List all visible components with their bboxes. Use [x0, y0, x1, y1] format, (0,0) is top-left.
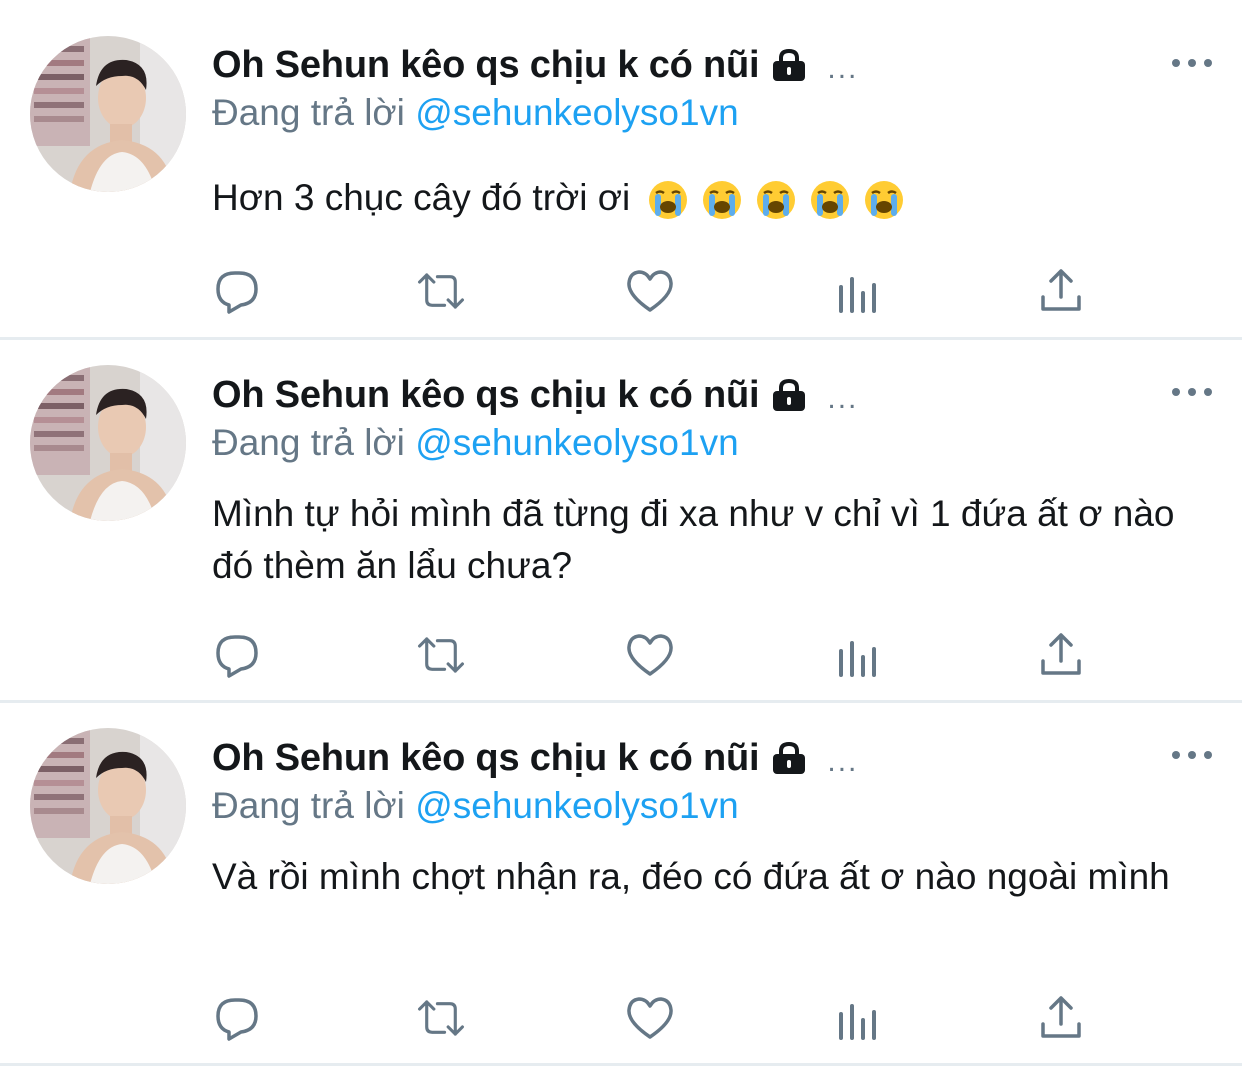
analytics-button[interactable] [832, 266, 882, 316]
display-name[interactable]: Oh Sehun kêo qs chịu k có nũi [212, 44, 760, 87]
reply-prefix: Đang trả lời [212, 92, 405, 133]
tweet-item[interactable]: Oh Sehun kêo qs chịu k có nũi ... Đang t… [0, 0, 1242, 340]
share-button[interactable] [1036, 993, 1086, 1043]
reply-icon [216, 635, 258, 678]
name-truncation: ... [827, 745, 859, 778]
analytics-icon [839, 1004, 876, 1040]
like-button[interactable] [625, 266, 675, 316]
loudly-crying-face-icon [702, 181, 741, 220]
replying-to: Đang trả lời @sehunkeolyso1vn [212, 422, 739, 464]
analytics-button[interactable] [832, 993, 882, 1043]
replying-to: Đang trả lời @sehunkeolyso1vn [212, 785, 739, 827]
loudly-crying-face-icon [864, 181, 903, 220]
tweet-text: Và rồi mình chợt nhận ra, đéo có đứa ất … [212, 851, 1202, 903]
more-options-icon[interactable] [1172, 48, 1212, 78]
retweet-button[interactable] [416, 266, 466, 316]
tweet-text-content: Và rồi mình chợt nhận ra, đéo có đứa ất … [212, 856, 1170, 897]
tweet-actions [212, 993, 1092, 1043]
reply-prefix: Đang trả lời [212, 422, 405, 463]
reply-handle-link[interactable]: @sehunkeolyso1vn [415, 785, 738, 826]
avatar[interactable] [30, 728, 186, 884]
tweet-actions [212, 630, 1092, 680]
reply-prefix: Đang trả lời [212, 785, 405, 826]
retweet-icon [418, 273, 464, 309]
tweet-header: Oh Sehun kêo qs chịu k có nũi ... [212, 40, 1212, 90]
like-button[interactable] [625, 630, 675, 680]
tweet-text: Hơn 3 chục cây đó trời ơi [212, 172, 1202, 224]
tweet-header: Oh Sehun kêo qs chịu k có nũi ... [212, 370, 1212, 420]
loudly-crying-face-icon [810, 181, 849, 220]
share-icon [1041, 996, 1081, 1038]
analytics-button[interactable] [832, 630, 882, 680]
tweet-item[interactable]: Oh Sehun kêo qs chịu k có nũi ... Đang t… [0, 340, 1242, 703]
more-options-icon[interactable] [1172, 740, 1212, 770]
loudly-crying-face-icon [648, 181, 687, 220]
retweet-icon [418, 637, 464, 673]
tweet-text-content: Mình tự hỏi mình đã từng đi xa như v chỉ… [212, 493, 1175, 586]
name-truncation: ... [827, 382, 859, 415]
avatar[interactable] [30, 365, 186, 521]
avatar[interactable] [30, 36, 186, 192]
reply-button[interactable] [212, 266, 262, 316]
replying-to: Đang trả lời @sehunkeolyso1vn [212, 92, 739, 134]
reply-button[interactable] [212, 993, 262, 1043]
retweet-button[interactable] [416, 993, 466, 1043]
heart-icon [627, 997, 673, 1039]
reply-handle-link[interactable]: @sehunkeolyso1vn [415, 92, 738, 133]
like-button[interactable] [625, 993, 675, 1043]
name-truncation: ... [827, 52, 859, 85]
display-name[interactable]: Oh Sehun kêo qs chịu k có nũi [212, 737, 760, 780]
more-options-icon[interactable] [1172, 377, 1212, 407]
tweet-text: Mình tự hỏi mình đã từng đi xa như v chỉ… [212, 488, 1202, 592]
display-name[interactable]: Oh Sehun kêo qs chịu k có nũi [212, 374, 760, 417]
tweet-item[interactable]: Oh Sehun kêo qs chịu k có nũi ... Đang t… [0, 703, 1242, 1066]
share-button[interactable] [1036, 266, 1086, 316]
reply-icon [216, 998, 258, 1041]
share-icon [1041, 269, 1081, 311]
lock-icon [769, 48, 809, 82]
lock-icon [769, 378, 809, 412]
retweet-button[interactable] [416, 630, 466, 680]
emoji-group [647, 179, 905, 221]
heart-icon [627, 270, 673, 312]
lock-icon [769, 741, 809, 775]
loudly-crying-face-icon [756, 181, 795, 220]
reply-handle-link[interactable]: @sehunkeolyso1vn [415, 422, 738, 463]
share-button[interactable] [1036, 630, 1086, 680]
tweet-header: Oh Sehun kêo qs chịu k có nũi ... [212, 733, 1212, 783]
heart-icon [627, 634, 673, 676]
retweet-icon [418, 1000, 464, 1036]
tweet-actions [212, 266, 1092, 316]
analytics-icon [839, 277, 876, 313]
tweet-feed: Oh Sehun kêo qs chịu k có nũi ... Đang t… [0, 0, 1242, 1066]
share-icon [1041, 633, 1081, 675]
tweet-text-content: Hơn 3 chục cây đó trời ơi [212, 177, 631, 218]
reply-icon [216, 271, 258, 314]
reply-button[interactable] [212, 630, 262, 680]
analytics-icon [839, 641, 876, 677]
